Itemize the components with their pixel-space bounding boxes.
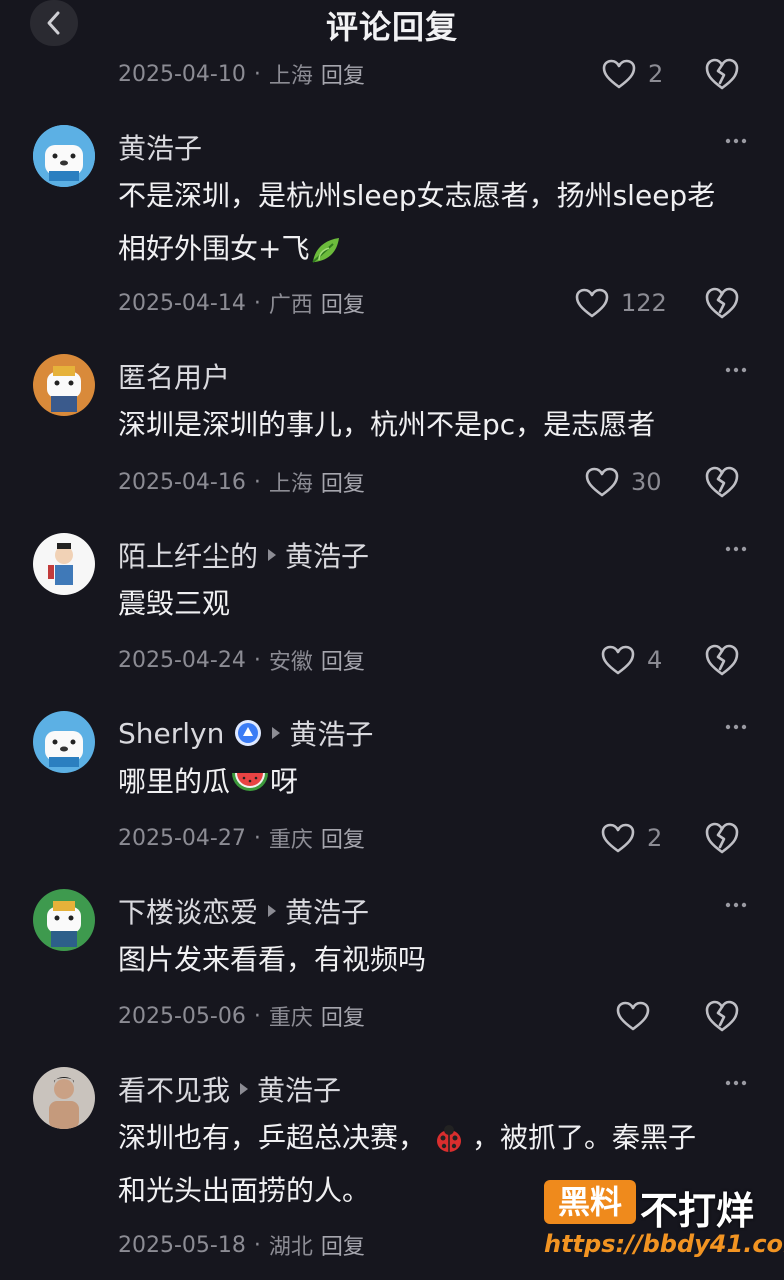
comment-date: 2025-05-06	[118, 1003, 246, 1029]
like-button[interactable]: 2	[601, 821, 662, 855]
watermark: 黑料 不打烊 https://bbdy41.com	[544, 1178, 784, 1268]
avatar-image	[33, 533, 95, 595]
comment-meta: 2025-04-24 · 安徽 回复	[118, 644, 365, 676]
comment-meta: 2025-04-16 · 上海 回复	[118, 466, 365, 498]
username[interactable]: 陌上纤尘的 黄浩子	[118, 535, 369, 575]
username[interactable]: 黄浩子	[118, 127, 202, 167]
comment-location: 广西	[268, 293, 313, 318]
like-count: 4	[647, 646, 663, 674]
comment-location: 上海	[268, 64, 313, 89]
watermark-badge: 黑料	[544, 1180, 636, 1224]
comment-location: 重庆	[268, 1006, 313, 1031]
heart-icon	[602, 59, 636, 89]
like-count: 2	[647, 824, 663, 852]
avatar[interactable]	[33, 889, 95, 951]
comment-location: 安徽	[268, 650, 313, 675]
watermark-url: https://bbdy41.com	[544, 1230, 784, 1258]
like-button[interactable]: 30	[585, 465, 662, 499]
like-button[interactable]: 4	[601, 643, 662, 677]
like-button[interactable]: 122	[575, 286, 667, 320]
avatar[interactable]	[33, 533, 95, 595]
like-count: 122	[621, 289, 667, 317]
reply-button[interactable]: 回复	[321, 644, 365, 676]
avatar-image	[33, 125, 95, 187]
comment-date: 2025-04-27	[118, 825, 246, 851]
reply-button[interactable]: 回复	[321, 822, 365, 854]
heart-icon	[616, 1001, 650, 1031]
like-button[interactable]	[616, 999, 650, 1033]
reply-button[interactable]: 回复	[321, 1229, 365, 1261]
avatar-image	[33, 889, 95, 951]
avatar-image	[33, 354, 95, 416]
comment-text: 哪里的瓜呀	[118, 765, 299, 798]
reply-arrow-icon	[268, 549, 277, 561]
watermark-text: 不打烊	[640, 1189, 755, 1233]
comment-meta: 2025-04-14 · 广西 回复	[118, 287, 365, 319]
avatar-image	[33, 711, 95, 773]
ladybug-emoji-icon	[437, 1125, 462, 1152]
avatar-image	[33, 1067, 95, 1129]
broken-heart-icon[interactable]	[704, 642, 740, 678]
comment-date: 2025-04-16	[118, 469, 246, 495]
page-title: 评论回复	[325, 8, 458, 46]
avatar[interactable]	[33, 125, 95, 187]
comment-text: 深圳是深圳的事儿，杭州不是pc，是志愿者	[118, 408, 656, 441]
username[interactable]: 匿名用户	[118, 356, 230, 396]
leaf-emoji-icon	[312, 238, 340, 263]
comment-date: 2025-04-14	[118, 290, 246, 316]
reply-arrow-icon	[268, 905, 277, 917]
more-icon[interactable]	[724, 137, 748, 145]
comment-meta: 2025-05-06 · 重庆 回复	[118, 1000, 365, 1032]
comment-location: 湖北	[268, 1235, 313, 1260]
reply-to-user[interactable]: 黄浩子	[285, 891, 369, 931]
avatar[interactable]	[33, 1067, 95, 1129]
more-icon[interactable]	[724, 545, 748, 553]
heart-icon	[575, 288, 609, 318]
comment-meta: 2025-05-18 · 湖北 回复	[118, 1229, 365, 1261]
header-bar: 评论回复	[0, 0, 784, 50]
more-icon[interactable]	[724, 723, 748, 731]
avatar[interactable]	[33, 711, 95, 773]
reply-button[interactable]: 回复	[321, 58, 365, 90]
comment-date: 2025-05-18	[118, 1232, 246, 1258]
comment-text: 震毁三观	[118, 587, 231, 620]
username[interactable]: 下楼谈恋爱 黄浩子	[118, 891, 369, 931]
broken-heart-icon[interactable]	[704, 464, 740, 500]
username[interactable]: Sherlyn 黄浩子	[118, 713, 373, 753]
more-icon[interactable]	[724, 366, 748, 374]
heart-icon	[585, 467, 619, 497]
more-icon[interactable]	[724, 901, 748, 909]
comment-date: 2025-04-10	[118, 61, 246, 87]
watermelon-emoji-icon	[232, 773, 269, 791]
more-icon[interactable]	[724, 1079, 748, 1087]
reply-button[interactable]: 回复	[321, 287, 365, 319]
broken-heart-icon[interactable]	[704, 820, 740, 856]
like-button[interactable]: 2	[602, 57, 663, 91]
reply-arrow-icon	[240, 1083, 249, 1095]
comment-meta: 2025-04-27 · 重庆 回复	[118, 822, 365, 854]
comment-text: 图片发来看看，有视频吗	[118, 943, 427, 976]
heart-icon	[601, 823, 635, 853]
comment-location: 上海	[268, 472, 313, 497]
heart-icon	[601, 645, 635, 675]
avatar[interactable]	[33, 354, 95, 416]
broken-heart-icon[interactable]	[704, 285, 740, 321]
reply-to-user[interactable]: 黄浩子	[289, 713, 373, 753]
reply-to-user[interactable]: 黄浩子	[257, 1069, 341, 1109]
like-count: 2	[648, 60, 664, 88]
comment-meta: 2025-04-10 · 上海 回复	[118, 58, 365, 90]
reply-to-user[interactable]: 黄浩子	[285, 535, 369, 575]
reply-button[interactable]: 回复	[321, 1000, 365, 1032]
username[interactable]: 看不见我 黄浩子	[118, 1069, 341, 1109]
broken-heart-icon[interactable]	[704, 56, 740, 92]
broken-heart-icon[interactable]	[704, 998, 740, 1034]
verified-badge-icon	[235, 720, 262, 746]
reply-arrow-icon	[272, 727, 281, 739]
like-count: 30	[631, 468, 662, 496]
comment-location: 重庆	[268, 828, 313, 853]
comment-date: 2025-04-24	[118, 647, 246, 673]
reply-button[interactable]: 回复	[321, 466, 365, 498]
comment-text: 不是深圳，是杭州sleep女志愿者，扬州sleep老 相好外围女+飞	[118, 179, 716, 265]
